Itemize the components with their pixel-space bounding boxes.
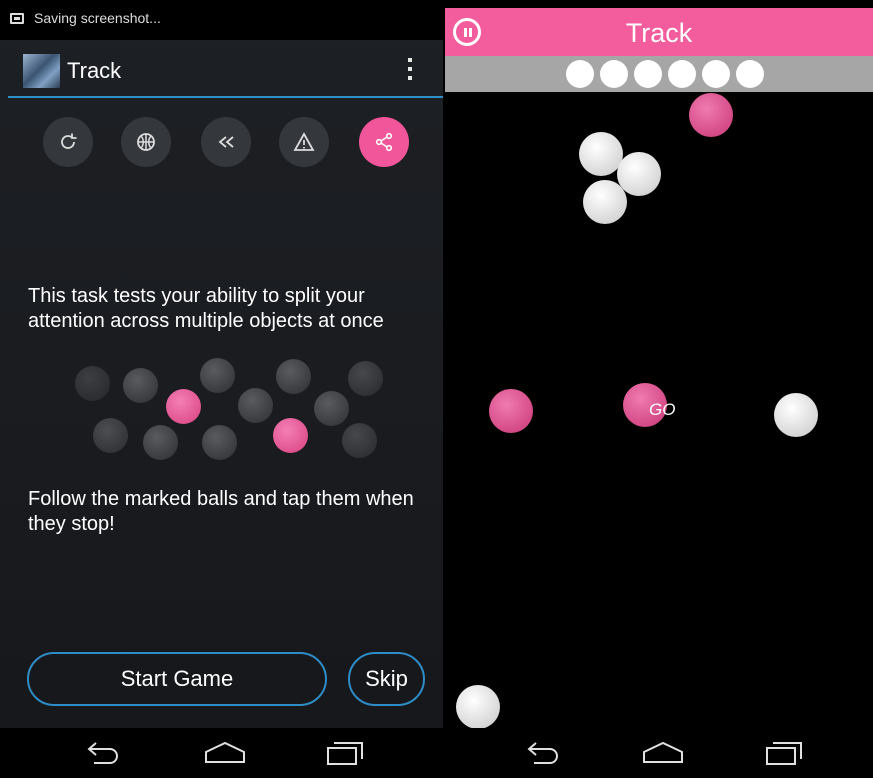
refresh-icon[interactable] (43, 117, 93, 167)
demo-ball (75, 366, 110, 401)
recents-icon[interactable] (761, 738, 807, 768)
game-header: Track (445, 8, 873, 56)
ball[interactable] (456, 685, 500, 729)
demo-ball-marked (273, 418, 308, 453)
action-bar-divider (8, 96, 443, 98)
target-ball[interactable] (489, 389, 533, 433)
track-intro-screen: Saving screenshot... Track This task tes… (0, 0, 443, 778)
back-icon[interactable] (520, 738, 566, 768)
share-icon[interactable] (359, 117, 409, 167)
home-icon[interactable] (640, 738, 686, 768)
target-ball[interactable] (689, 93, 733, 137)
demo-ball (342, 423, 377, 458)
overflow-menu-icon[interactable] (404, 58, 416, 84)
start-game-button[interactable]: Start Game (27, 652, 327, 706)
life-indicator (600, 60, 628, 88)
app-logo (23, 54, 60, 88)
demo-ball (202, 425, 237, 460)
demo-ball (143, 425, 178, 460)
demo-ball (200, 358, 235, 393)
home-icon[interactable] (202, 738, 248, 768)
demo-ball (93, 418, 128, 453)
demo-ball (123, 368, 158, 403)
basketball-icon[interactable] (121, 117, 171, 167)
life-indicator (668, 60, 696, 88)
life-indicator (566, 60, 594, 88)
lives-bar (445, 56, 873, 92)
recents-icon[interactable] (322, 738, 368, 768)
status-bar: Saving screenshot... (0, 0, 443, 40)
skip-button[interactable]: Skip (348, 652, 425, 706)
ball[interactable] (583, 180, 627, 224)
app-title: Track (67, 58, 122, 83)
go-label: GO (649, 400, 676, 419)
life-indicator (702, 60, 730, 88)
back-icon[interactable] (80, 738, 126, 768)
demo-ball-marked (166, 389, 201, 424)
demo-ball (276, 359, 311, 394)
rewind-icon[interactable] (201, 117, 251, 167)
life-indicator (634, 60, 662, 88)
track-game-screen: Track GO (445, 0, 873, 778)
task-instruction: Follow the marked balls and tap them whe… (28, 488, 414, 535)
warning-icon[interactable] (279, 117, 329, 167)
life-indicator (736, 60, 764, 88)
navigation-bar (445, 728, 873, 778)
demo-ball (238, 388, 273, 423)
game-title: Track (625, 18, 693, 48)
navigation-bar (0, 728, 443, 778)
screenshot-icon (10, 13, 24, 24)
demo-ball (314, 391, 349, 426)
demo-ball (348, 361, 383, 396)
status-text: Saving screenshot... (34, 10, 161, 26)
ball[interactable] (774, 393, 818, 437)
task-description: This task tests your ability to split yo… (28, 285, 384, 332)
